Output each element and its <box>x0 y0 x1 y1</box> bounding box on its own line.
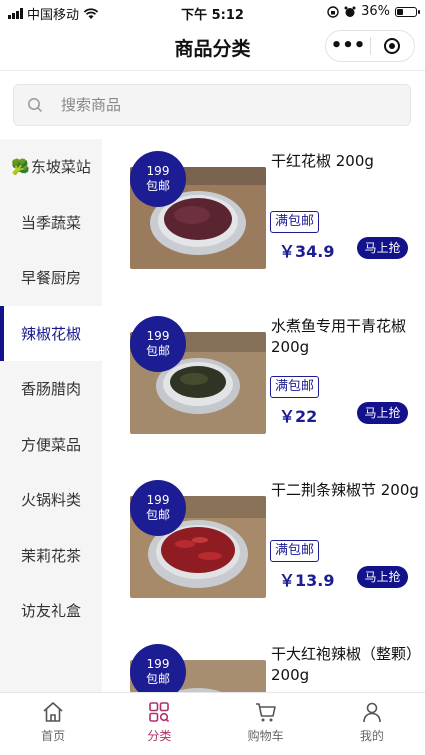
product-card[interactable]: 199 包邮 干二荆条辣椒节 200g 满包邮 ￥13.9 马上抢 <box>102 468 425 618</box>
search-input[interactable] <box>59 95 363 115</box>
tab-label: 分类 <box>147 729 172 743</box>
mini-program-capsule: ••• <box>325 30 415 62</box>
sidebar-item-seasonal-veg[interactable]: 当季蔬菜 <box>0 195 102 251</box>
battery-icon <box>395 6 420 17</box>
tab-label: 首页 <box>41 729 66 743</box>
sidebar-item-breakfast[interactable]: 早餐厨房 <box>0 250 102 306</box>
badge-amount: 199 <box>146 329 170 343</box>
search-icon <box>28 98 43 113</box>
product-card[interactable]: 199 包邮 干红花椒 200g 满包邮 ￥34.9 马上抢 <box>102 139 425 289</box>
promo-tag: 满包邮 <box>270 211 320 233</box>
sidebar-item-label: 当季蔬菜 <box>20 213 81 232</box>
badge-text: 包邮 <box>145 344 170 358</box>
free-shipping-badge: 199 包邮 <box>130 644 186 692</box>
tab-profile[interactable]: 我的 <box>319 693 425 755</box>
tab-cart[interactable]: 购物车 <box>213 693 319 755</box>
product-price: ￥34.9 <box>279 242 335 261</box>
product-card[interactable]: 199 包邮 干大红袍辣椒（整颗） 200g <box>102 632 425 692</box>
sidebar-item-hotpot[interactable]: 火锅料类 <box>0 472 102 528</box>
sidebar-item-gift-box[interactable]: 访友礼盒 <box>0 583 102 639</box>
badge-text: 包邮 <box>145 672 170 686</box>
search-box[interactable] <box>13 84 411 126</box>
badge-amount: 199 <box>146 164 170 178</box>
sidebar-item-label: 东坡菜站 <box>30 158 91 177</box>
sidebar-item-chili-pepper[interactable]: 辣椒花椒 <box>0 305 102 361</box>
free-shipping-badge: 199 包邮 <box>130 316 186 372</box>
sidebar-item-label: 早餐厨房 <box>20 269 81 288</box>
buy-now-button[interactable]: 马上抢 <box>357 566 408 588</box>
free-shipping-badge: 199 包邮 <box>130 480 186 536</box>
ellipsis-icon[interactable]: ••• <box>326 31 370 61</box>
user-icon <box>363 702 381 723</box>
alarm-icon <box>344 6 356 17</box>
sidebar-item-label: 辣椒花椒 <box>20 324 81 343</box>
target-close-icon <box>384 38 401 54</box>
product-name[interactable]: 干大红袍辣椒（整颗） 200g <box>271 644 421 686</box>
product-name[interactable]: 干二荆条辣椒节 200g <box>271 480 421 501</box>
sidebar-item-jasmine-tea[interactable]: 茉莉花茶 <box>0 528 102 584</box>
product-name[interactable]: 水煮鱼专用干青花椒200g <box>271 316 421 358</box>
sidebar-item-label: 茉莉花茶 <box>20 546 81 565</box>
bottom-tab-bar: 首页 分类 购物车 我的 <box>0 692 425 755</box>
tab-home[interactable]: 首页 <box>0 693 106 755</box>
battery-percent: 36% <box>361 4 390 19</box>
sidebar-item-label: 访友礼盒 <box>20 602 81 621</box>
category-grid-icon <box>149 702 170 723</box>
sidebar-item-label: 方便菜品 <box>20 435 81 454</box>
badge-text: 包邮 <box>145 179 170 193</box>
free-shipping-badge: 199 包邮 <box>130 151 186 207</box>
sidebar-item-convenience[interactable]: 方便菜品 <box>0 417 102 473</box>
badge-amount: 199 <box>146 657 170 671</box>
category-sidebar: 🥦 东坡菜站 当季蔬菜 早餐厨房 辣椒花椒 香肠腊肉 方便菜品 火锅料类 茉莉花… <box>0 139 102 692</box>
promo-tag: 满包邮 <box>270 376 320 398</box>
close-button[interactable] <box>371 38 414 54</box>
product-price: ￥13.9 <box>279 571 335 590</box>
badge-amount: 199 <box>146 493 170 507</box>
buy-now-button[interactable]: 马上抢 <box>357 402 408 424</box>
search-section <box>0 71 425 138</box>
product-name[interactable]: 干红花椒 200g <box>271 151 421 172</box>
status-bar: 中国移动 下午 5:12 36% <box>0 0 425 24</box>
buy-now-button[interactable]: 马上抢 <box>357 237 408 259</box>
sidebar-item-dongpo[interactable]: 🥦 东坡菜站 <box>0 139 102 195</box>
tab-category[interactable]: 分类 <box>106 693 212 755</box>
product-list: 199 包邮 干红花椒 200g 满包邮 ￥34.9 马上抢 199 包邮 水煮… <box>102 139 425 692</box>
sidebar-item-label: 香肠腊肉 <box>20 380 81 399</box>
tab-label: 购物车 <box>247 729 284 743</box>
sidebar-item-sausage[interactable]: 香肠腊肉 <box>0 361 102 417</box>
product-card[interactable]: 199 包邮 水煮鱼专用干青花椒200g 满包邮 ￥22 马上抢 <box>102 304 425 454</box>
sidebar-item-label: 火锅料类 <box>20 491 81 510</box>
promo-tag: 满包邮 <box>270 540 320 562</box>
product-price: ￥22 <box>279 407 318 426</box>
navigation-bar: 商品分类 ••• <box>0 24 425 71</box>
badge-text: 包邮 <box>145 508 170 522</box>
broccoli-icon: 🥦 <box>11 157 30 176</box>
orientation-lock-icon <box>327 5 339 18</box>
cart-icon <box>255 703 276 722</box>
tab-label: 我的 <box>359 729 384 743</box>
home-icon <box>43 702 63 722</box>
